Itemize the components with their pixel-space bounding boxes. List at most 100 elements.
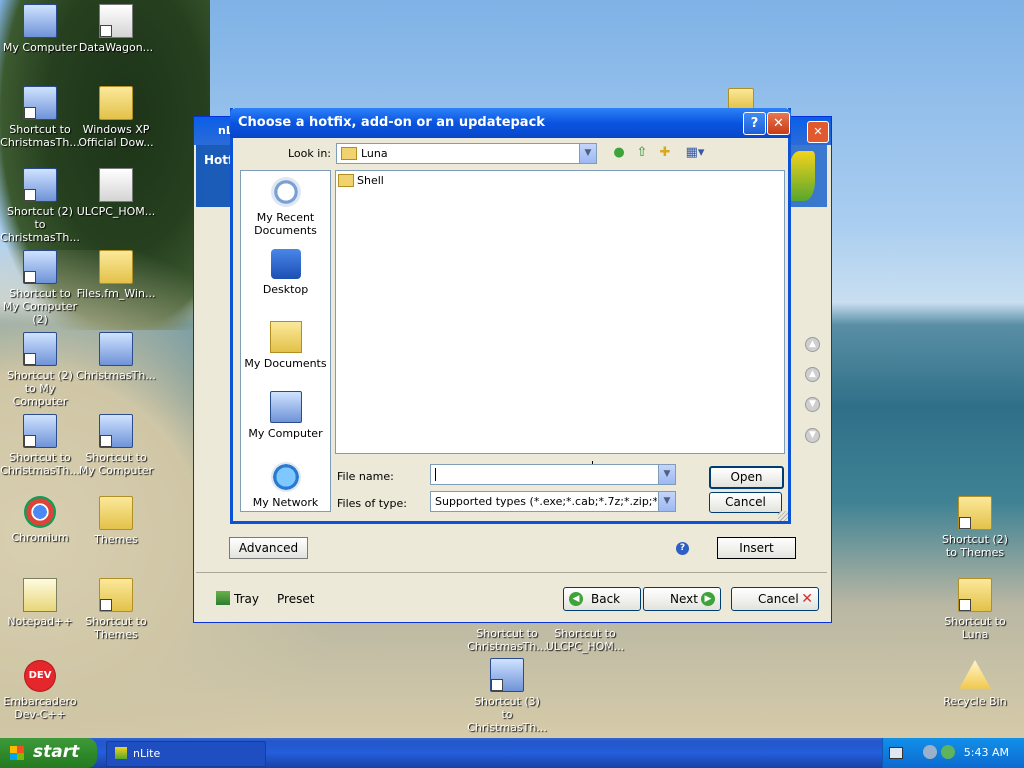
open-button[interactable]: Open <box>709 466 784 489</box>
desktop-icon-shortcut-2-themes[interactable]: Shortcut (2) to Themes <box>935 496 1015 559</box>
nlite-cancel-button[interactable]: Cancel ✕ <box>731 587 819 611</box>
start-button[interactable]: start <box>0 738 97 768</box>
file-list[interactable]: Shell <box>335 170 785 475</box>
dialog-cancel-button[interactable]: Cancel <box>709 492 782 513</box>
folder-icon <box>958 578 992 612</box>
place-my-recent-documents[interactable]: My Recent Documents <box>241 177 330 237</box>
desktop-icon-chromium[interactable]: Chromium <box>0 496 80 544</box>
places-bar: My Recent Documents Desktop My Documents… <box>240 170 331 512</box>
keyboard-icon[interactable] <box>889 747 903 759</box>
desktop-icon-shortcut-christmas-c[interactable]: Shortcut to ChristmasTh... <box>467 627 547 653</box>
close-button[interactable]: ✕ <box>767 112 790 135</box>
move-bottom-button[interactable]: ▼ <box>805 428 820 443</box>
desktop-icon-themes[interactable]: Themes <box>76 496 156 546</box>
advanced-button[interactable]: Advanced <box>229 537 308 559</box>
move-top-button[interactable]: ▲ <box>805 337 820 352</box>
folder-icon <box>728 88 754 110</box>
desktop-icon-datawagon[interactable]: DataWagon... <box>76 4 156 54</box>
folder-icon <box>99 250 133 284</box>
help-button[interactable]: ? <box>743 112 766 135</box>
chromium-icon <box>24 496 56 528</box>
file-name-input[interactable]: ▼ <box>430 464 676 485</box>
computer-icon <box>23 4 57 38</box>
desktop-icon-shortcut-2-my-computer[interactable]: Shortcut (2) to My Computer <box>0 332 80 408</box>
back-icon[interactable]: ● <box>610 144 628 162</box>
up-folder-icon[interactable]: ⇧ <box>633 144 651 162</box>
chevron-down-icon[interactable]: ▼ <box>579 144 596 163</box>
tray-link[interactable]: Tray <box>234 592 259 606</box>
look-in-value: Luna <box>361 147 388 160</box>
look-in-dropdown[interactable]: Luna ▼ <box>336 143 597 164</box>
back-button[interactable]: ◀ Back <box>563 587 641 611</box>
folder-icon <box>99 86 133 120</box>
new-folder-icon[interactable]: ✚ <box>656 144 674 162</box>
place-my-network[interactable]: My Network <box>241 462 330 509</box>
computer-icon <box>99 332 133 366</box>
list-item[interactable]: Shell <box>338 174 384 187</box>
nlite-close-button[interactable]: ✕ <box>807 121 829 143</box>
taskbar: start nLite 5:43 AM <box>0 738 1024 768</box>
nlite-footer-divider <box>196 572 827 573</box>
place-desktop[interactable]: Desktop <box>241 249 330 296</box>
nlite-icon <box>115 747 127 759</box>
security-icon[interactable] <box>941 745 955 759</box>
desktop-icon-shortcut-3-christmas[interactable]: Shortcut (3) to ChristmasTh... <box>467 658 547 734</box>
desktop-icon-shortcut-christmas-b[interactable]: Shortcut to ChristmasTh... <box>0 414 80 477</box>
next-button[interactable]: Next ▶ <box>643 587 721 611</box>
recent-documents-icon <box>270 177 301 207</box>
chevron-down-icon[interactable]: ▼ <box>658 492 675 511</box>
desktop-icon-ulcpc[interactable]: ULCPC_HOM... <box>76 168 156 218</box>
system-tray: 5:43 AM <box>882 738 1024 768</box>
desktop-icon-windows-xp-download[interactable]: Windows XP Official Dow... <box>76 86 156 149</box>
cancel-x-icon: ✕ <box>801 591 813 607</box>
file-name-label: File name: <box>337 470 394 483</box>
preset-link[interactable]: Preset <box>277 592 314 606</box>
desktop-icon-notepad-plus[interactable]: Notepad++ <box>0 578 80 628</box>
my-computer-icon <box>269 391 302 423</box>
taskbar-item-nlite[interactable]: nLite <box>106 741 266 767</box>
desktop-icon-recycle-bin[interactable]: Recycle Bin <box>935 660 1015 708</box>
desktop-icon-shortcut-luna[interactable]: Shortcut to Luna <box>935 578 1015 641</box>
look-in-label: Look in: <box>288 147 331 160</box>
dev-cpp-icon: DEV <box>24 660 56 692</box>
text-caret <box>435 468 436 481</box>
desktop-icon-shortcut-themes[interactable]: Shortcut to Themes <box>76 578 156 641</box>
exe-icon <box>99 168 133 202</box>
desktop-icon-shortcut-my-computer[interactable]: Shortcut to My Computer <box>76 414 156 477</box>
move-down-button[interactable]: ▼ <box>805 397 820 412</box>
recycle-bin-icon <box>959 660 991 689</box>
desktop-icon-my-computer[interactable]: My Computer <box>0 4 80 54</box>
insert-button[interactable]: Insert <box>717 537 796 559</box>
computer-icon <box>23 250 57 284</box>
files-of-type-value: Supported types (*.exe;*.cab;*.7z;*.zip;… <box>435 495 657 508</box>
desktop-icon-files-fm[interactable]: Files.fm_Win... <box>76 250 156 300</box>
folder-icon <box>958 496 992 530</box>
network-icon[interactable] <box>923 745 937 759</box>
desktop-icon-christmas[interactable]: ChristmasTh... <box>76 332 156 382</box>
windows-flag-icon <box>10 746 24 760</box>
resize-grip[interactable] <box>778 511 788 521</box>
nlite-logo-icon <box>789 151 815 201</box>
help-icon[interactable]: ? <box>676 542 689 555</box>
my-network-icon <box>270 462 301 492</box>
clock[interactable]: 5:43 AM <box>964 746 1009 759</box>
desktop-icon-shortcut-2-christmas[interactable]: Shortcut (2) to ChristmasTh... <box>0 168 80 244</box>
computer-icon <box>99 414 133 448</box>
desktop-icon-dev-cpp[interactable]: DEV Embarcadero Dev-C++ <box>0 660 80 721</box>
my-documents-icon <box>269 321 302 353</box>
desktop-icon-shortcut-christmas[interactable]: Shortcut to ChristmasTh... <box>0 86 80 149</box>
chevron-down-icon[interactable]: ▼ <box>658 465 675 484</box>
place-my-computer[interactable]: My Computer <box>241 391 330 440</box>
move-up-button[interactable]: ▲ <box>805 367 820 382</box>
notepad-icon <box>23 578 57 612</box>
folder-icon <box>99 578 133 612</box>
view-menu-icon[interactable]: ▦▾ <box>682 144 708 162</box>
files-of-type-select[interactable]: Supported types (*.exe;*.cab;*.7z;*.zip;… <box>430 491 676 512</box>
computer-icon <box>23 86 57 120</box>
desktop-icon-shortcut-my-computer-2[interactable]: Shortcut to My Computer (2) <box>0 250 80 326</box>
desktop-icon-shortcut-ulcpc[interactable]: Shortcut to ULCPC_HOM... <box>545 627 625 653</box>
place-my-documents[interactable]: My Documents <box>241 321 330 370</box>
folder-icon <box>341 147 357 160</box>
dialog-title-bar[interactable]: Choose a hotfix, add-on or an updatepack… <box>230 108 791 138</box>
computer-icon <box>23 414 57 448</box>
